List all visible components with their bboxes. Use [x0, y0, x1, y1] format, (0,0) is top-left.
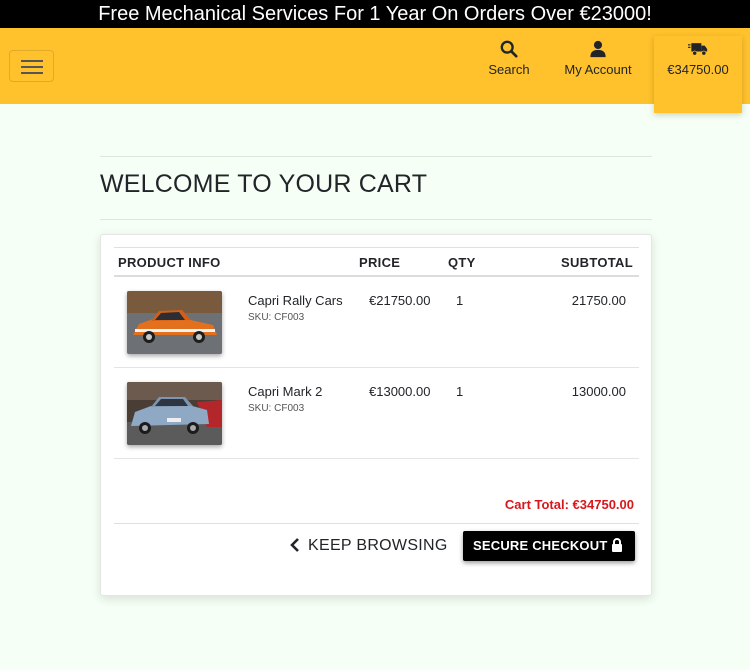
promo-banner: Free Mechanical Services For 1 Year On O… [0, 0, 750, 28]
secure-checkout-label: SECURE CHECKOUT [473, 538, 608, 553]
nav-search[interactable]: Search [480, 28, 538, 104]
header-subtotal: SUBTOTAL [561, 255, 633, 270]
product-subtotal: 13000.00 [571, 384, 626, 399]
header-qty: QTY [448, 255, 476, 270]
nav-my-account[interactable]: My Account [560, 28, 636, 104]
header-price: PRICE [359, 255, 401, 270]
divider [100, 219, 652, 220]
table-header: PRODUCT INFO PRICE QTY SUBTOTAL [114, 247, 639, 277]
product-subtotal: 21750.00 [571, 293, 626, 308]
nav-search-label: Search [488, 62, 530, 77]
product-image-capri-mark-2[interactable] [127, 382, 222, 445]
divider [100, 156, 652, 157]
cart-card: PRODUCT INFO PRICE QTY SUBTOTAL Capri Ra… [100, 234, 652, 596]
header-product-info: PRODUCT INFO [118, 255, 221, 270]
product-qty: 1 [456, 293, 464, 308]
search-icon [500, 40, 518, 58]
lock-icon [612, 538, 622, 552]
hamburger-menu-icon [21, 60, 43, 62]
chevron-left-icon [290, 538, 299, 552]
user-icon [590, 40, 606, 58]
keep-browsing-link[interactable]: KEEP BROWSING [290, 537, 448, 555]
divider [114, 523, 639, 524]
navbar: Search My Account €34750.00 [0, 28, 750, 113]
product-qty: 1 [456, 384, 464, 399]
product-price: €21750.00 [369, 293, 431, 308]
page-title: WELCOME TO YOUR CART [100, 170, 428, 198]
menu-toggle-button[interactable] [9, 50, 54, 82]
product-name[interactable]: Capri Mark 2 [248, 384, 322, 399]
keep-browsing-label: KEEP BROWSING [308, 537, 448, 554]
product-image-capri-rally[interactable] [127, 291, 222, 354]
secure-checkout-button[interactable]: SECURE CHECKOUT [463, 531, 635, 561]
cart-row: Capri Mark 2 SKU: CF003 €13000.00 1 1300… [114, 368, 639, 459]
cart-total: Cart Total: €34750.00 [504, 497, 634, 512]
cart-row: Capri Rally Cars SKU: CF003 €21750.00 1 … [114, 277, 639, 368]
nav-account-label: My Account [564, 62, 632, 77]
product-price: €13000.00 [369, 384, 431, 399]
nav-cart[interactable]: €34750.00 [654, 36, 742, 113]
product-name[interactable]: Capri Rally Cars [248, 293, 343, 308]
product-sku: SKU: CF003 [248, 403, 305, 414]
shipping-truck-icon [688, 43, 708, 56]
nav-cart-total: €34750.00 [667, 62, 729, 77]
product-sku: SKU: CF003 [248, 312, 305, 323]
